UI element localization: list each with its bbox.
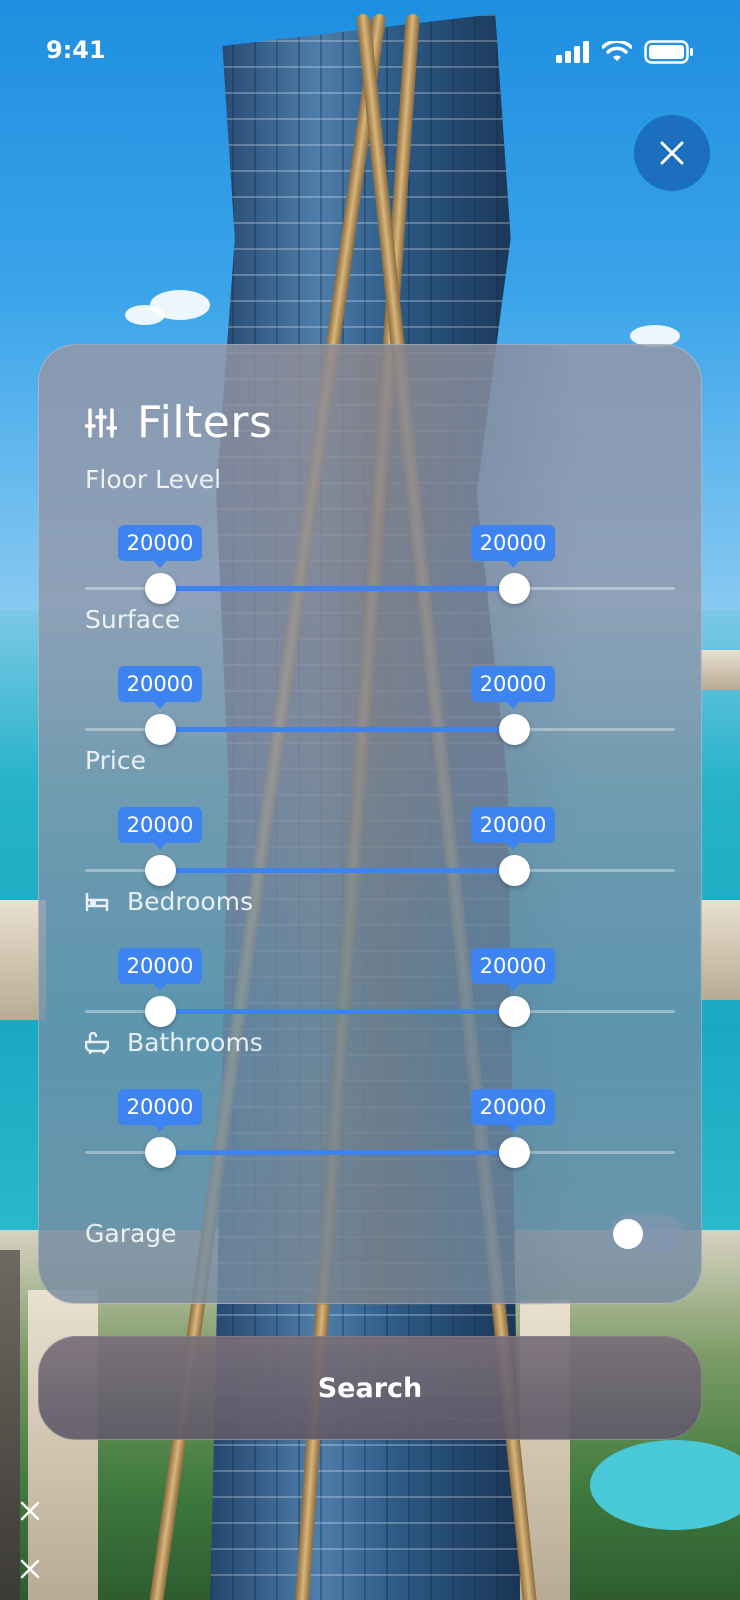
building <box>700 900 740 1000</box>
filters-header: Filters <box>85 397 272 448</box>
max-value-bubble: 20000 <box>471 1089 555 1132</box>
bathtub-icon <box>85 1031 109 1054</box>
price-label-text: Price <box>85 746 146 775</box>
wifi-icon <box>602 41 632 61</box>
bedrooms-range-slider[interactable]: 20000 20000 <box>85 948 675 1027</box>
bedrooms-label: Bedrooms <box>85 887 253 916</box>
max-thumb[interactable] <box>499 855 530 886</box>
max-value-bubble: 20000 <box>471 666 555 709</box>
close-icon <box>660 141 684 165</box>
min-value-bubble: 20000 <box>118 948 202 991</box>
dismiss-button[interactable] <box>16 1497 44 1525</box>
cloud <box>125 305 165 325</box>
close-button[interactable] <box>634 115 710 191</box>
max-thumb[interactable] <box>499 1137 530 1168</box>
building <box>0 1250 20 1600</box>
bathrooms-label-text: Bathrooms <box>127 1028 263 1057</box>
min-thumb[interactable] <box>145 714 176 745</box>
max-value-bubble: 20000 <box>471 525 555 568</box>
max-thumb[interactable] <box>499 714 530 745</box>
filters-panel: Filters Floor Level 20000 20000 Surface … <box>38 344 702 1305</box>
slider-track-fill <box>161 586 515 591</box>
max-value-bubble: 20000 <box>471 948 555 991</box>
building <box>700 650 740 690</box>
floor-level-label: Floor Level <box>85 465 221 494</box>
surface-label: Surface <box>85 605 180 634</box>
slider-track-fill <box>161 1009 515 1014</box>
min-value-bubble: 20000 <box>118 1089 202 1132</box>
min-thumb[interactable] <box>145 573 176 604</box>
battery-icon <box>644 40 693 64</box>
price-label: Price <box>85 746 146 775</box>
filters-title: Filters <box>137 397 273 448</box>
garage-label: Garage <box>85 1219 177 1248</box>
min-value-bubble: 20000 <box>118 807 202 850</box>
toggle-knob <box>613 1219 643 1249</box>
slider-track-fill <box>161 868 515 873</box>
min-value-bubble: 20000 <box>118 666 202 709</box>
max-thumb[interactable] <box>499 573 530 604</box>
bathrooms-label: Bathrooms <box>85 1028 263 1057</box>
status-time: 9:41 <box>46 36 106 64</box>
min-thumb[interactable] <box>145 855 176 886</box>
close-icon <box>20 1501 40 1521</box>
surface-label-text: Surface <box>85 605 181 634</box>
search-button[interactable]: Search <box>38 1336 702 1440</box>
signal-icon <box>556 41 589 63</box>
min-thumb[interactable] <box>145 1137 176 1168</box>
surface-range-slider[interactable]: 20000 20000 <box>85 666 675 745</box>
status-icons <box>556 40 694 64</box>
dismiss-button[interactable] <box>16 1555 44 1583</box>
bathrooms-range-slider[interactable]: 20000 20000 <box>85 1089 675 1168</box>
garage-toggle[interactable] <box>609 1215 685 1253</box>
status-bar: 9:41 <box>0 0 740 100</box>
floor-level-label-text: Floor Level <box>85 465 222 494</box>
close-icon <box>20 1559 40 1579</box>
price-range-slider[interactable]: 20000 20000 <box>85 807 675 886</box>
min-value-bubble: 20000 <box>118 525 202 568</box>
sliders-icon <box>85 407 117 438</box>
min-thumb[interactable] <box>145 996 176 1027</box>
max-value-bubble: 20000 <box>471 807 555 850</box>
slider-track-fill <box>161 727 515 732</box>
bed-icon <box>85 892 109 911</box>
slider-track-fill <box>161 1150 515 1155</box>
bedrooms-label-text: Bedrooms <box>127 887 254 916</box>
garage-row: Garage <box>85 1215 685 1255</box>
floor-level-range-slider[interactable]: 20000 20000 <box>85 525 675 604</box>
max-thumb[interactable] <box>499 996 530 1027</box>
